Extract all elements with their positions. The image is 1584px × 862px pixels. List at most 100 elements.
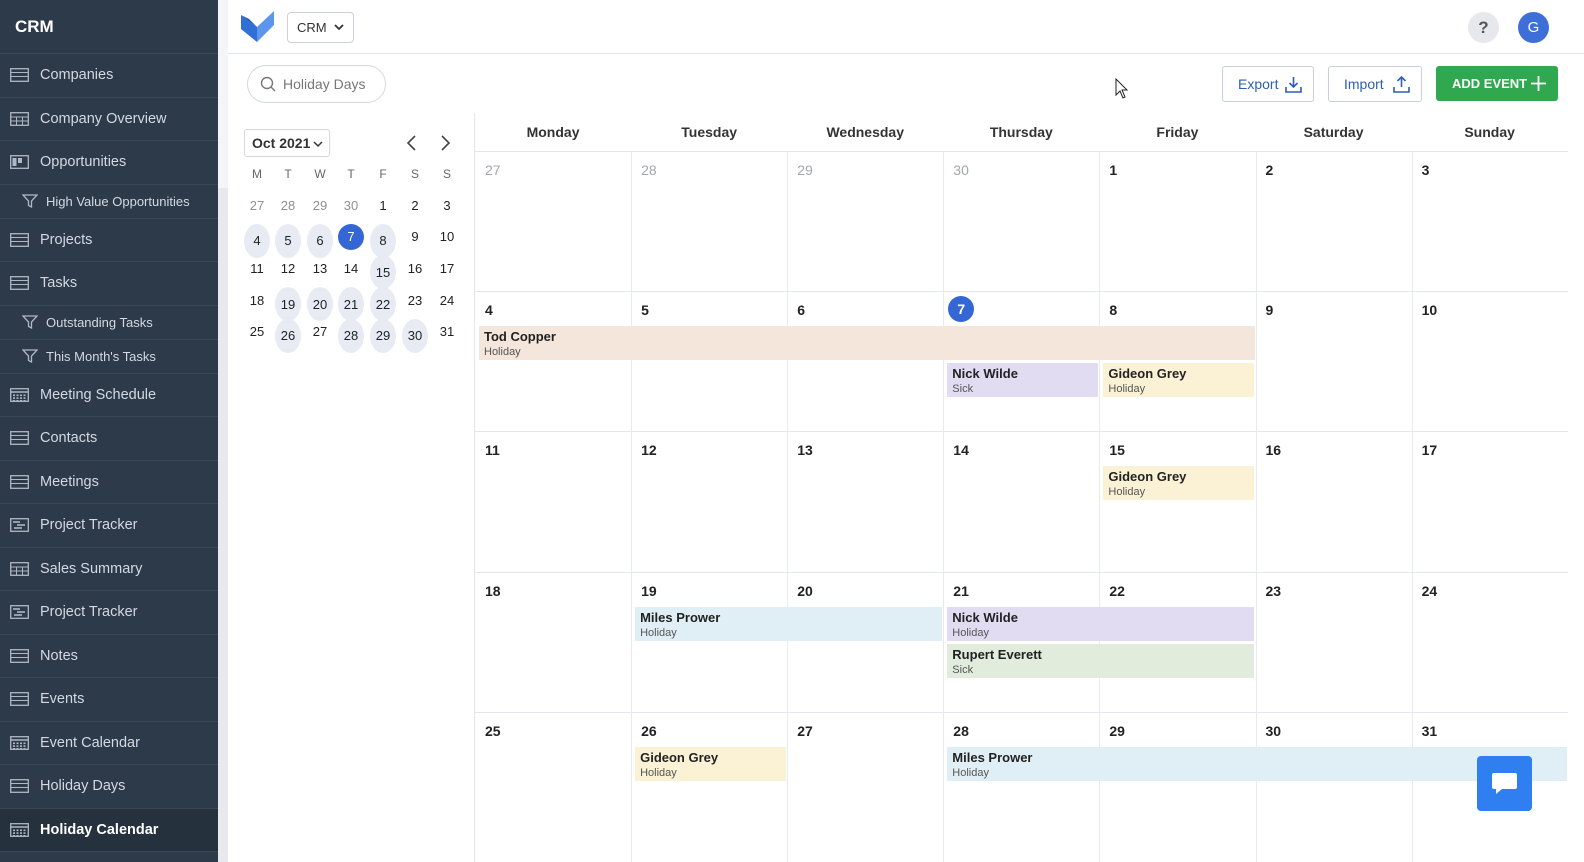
day-cell[interactable] (1099, 151, 1255, 291)
sidebar-item-events[interactable]: Events (0, 678, 218, 722)
chevron-left-icon[interactable] (405, 134, 419, 152)
mini-day[interactable]: 23 (402, 287, 428, 313)
sidebar-item-projects[interactable]: Projects (0, 219, 218, 262)
day-number: 11 (485, 442, 500, 459)
calendar-scrollbar[interactable] (1568, 113, 1584, 862)
day-cell[interactable] (1256, 291, 1412, 431)
sidebar-item-company-overview[interactable]: Company Overview (0, 98, 218, 141)
mini-day[interactable]: 19 (275, 287, 301, 322)
calendar-event[interactable]: Tod Copper Holiday (479, 326, 1255, 361)
calendar-event[interactable]: Gideon Grey Holiday (1103, 466, 1255, 501)
mini-day[interactable]: 28 (275, 192, 301, 218)
sidebar-item-label: Event Calendar (40, 734, 140, 751)
chevron-right-icon[interactable] (438, 134, 452, 152)
calendar-event[interactable]: Miles Prower Holiday (635, 606, 943, 641)
calendar-event[interactable]: Rupert Everett Sick (947, 643, 1255, 678)
mini-day[interactable]: 9 (402, 224, 428, 250)
sidebar-item-this-month-s-tasks[interactable]: This Month's Tasks (0, 340, 218, 374)
event-name: Miles Prower (952, 749, 1033, 765)
mini-day[interactable]: 29 (307, 192, 333, 218)
day-cell[interactable] (1099, 291, 1255, 431)
app-selector[interactable]: CRM (287, 12, 354, 43)
mini-day[interactable]: 5 (275, 223, 301, 258)
mini-day[interactable]: 30 (338, 192, 364, 218)
mini-day[interactable]: 2 (402, 192, 428, 218)
user-avatar[interactable]: G (1518, 12, 1549, 43)
mini-day[interactable]: 15 (370, 255, 396, 290)
mini-day[interactable]: 18 (244, 287, 270, 313)
day-cell[interactable] (787, 291, 943, 431)
calendar-event[interactable]: Gideon Grey Holiday (1103, 363, 1255, 398)
day-number: 8 (1109, 302, 1118, 319)
mini-day[interactable]: 31 (434, 319, 460, 345)
mini-day[interactable]: 27 (244, 192, 270, 218)
mini-day[interactable]: 16 (402, 255, 428, 281)
sidebar-item-tasks[interactable]: Tasks (0, 262, 218, 306)
sidebar-item-outstanding-tasks[interactable]: Outstanding Tasks (0, 306, 218, 340)
sidebar-item-companies[interactable]: Companies (0, 54, 218, 98)
help-button[interactable]: ? (1468, 12, 1499, 43)
mini-day[interactable]: 14 (338, 255, 364, 281)
sidebar-item-event-calendar[interactable]: Event Calendar (0, 722, 218, 765)
mini-day[interactable]: 25 (244, 319, 270, 345)
mini-day[interactable]: 6 (307, 223, 333, 258)
sidebar-item-contacts[interactable]: Contacts (0, 417, 218, 461)
calendar-event[interactable]: Nick Wilde Sick (947, 363, 1099, 398)
month-calendar: Monday Tuesday Wednesday Thursday Friday Satu… (475, 113, 1568, 862)
mini-day-today[interactable]: 7 (338, 223, 364, 250)
sidebar-item-holiday-calendar[interactable]: Holiday Calendar (0, 808, 218, 852)
mini-day[interactable]: 10 (434, 224, 460, 250)
add-event-label: ADD EVENT (1452, 76, 1528, 91)
sidebar-item-meeting-schedule[interactable]: Meeting Schedule (0, 374, 218, 417)
mini-day[interactable]: 26 (275, 318, 301, 353)
chevron-down-icon (334, 24, 344, 31)
app-logo-icon[interactable] (241, 11, 274, 42)
mini-day[interactable]: 3 (434, 192, 460, 218)
mini-day[interactable]: 29 (370, 318, 396, 353)
weekday-header: Wednesday (826, 124, 904, 140)
mini-day[interactable]: 4 (244, 223, 270, 258)
mini-day[interactable]: 1 (370, 192, 396, 218)
mini-day[interactable]: 17 (434, 255, 460, 281)
mini-day[interactable]: 8 (370, 223, 396, 258)
calendar-event[interactable]: Gideon Grey Holiday (635, 746, 787, 781)
import-button[interactable]: Import (1328, 66, 1422, 102)
sidebar-scrollbar-thumb[interactable] (218, 0, 228, 188)
sidebar-item-high-value-opportunities[interactable]: High Value Opportunities (0, 185, 218, 219)
sidebar-item-holiday-days[interactable]: Holiday Days (0, 765, 218, 809)
calendar-event[interactable]: Nick Wilde Holiday (947, 606, 1255, 641)
month-picker[interactable]: Oct 2021 (244, 129, 330, 157)
search-input[interactable] (283, 76, 377, 92)
mini-day[interactable]: 22 (370, 287, 396, 322)
mini-day[interactable]: 11 (244, 255, 270, 281)
day-number: 22 (1109, 582, 1125, 599)
export-button[interactable]: Export (1222, 66, 1314, 102)
day-cell[interactable] (1256, 151, 1412, 291)
sidebar-item-project-tracker[interactable]: Project Tracker (0, 591, 218, 635)
day-number: 25 (485, 722, 501, 739)
mini-day[interactable]: 28 (338, 318, 364, 353)
mini-day[interactable]: 21 (338, 287, 364, 322)
sidebar-item-project-tracker[interactable]: Project Tracker (0, 504, 218, 548)
sidebar-item-sales-summary[interactable]: Sales Summary (0, 548, 218, 591)
add-event-button[interactable]: ADD EVENT (1436, 66, 1558, 101)
sidebar-item-label: Holiday Calendar (40, 821, 159, 838)
search-box[interactable] (247, 65, 386, 103)
day-cell[interactable] (1412, 151, 1568, 291)
chat-button[interactable] (1477, 756, 1532, 811)
mini-day[interactable]: 27 (307, 319, 333, 345)
mini-day[interactable]: 24 (434, 287, 460, 313)
sidebar-item-opportunities[interactable]: Opportunities (0, 141, 218, 185)
sidebar-item-meetings[interactable]: Meetings (0, 461, 218, 504)
day-cell[interactable] (631, 291, 787, 431)
mini-day[interactable]: 30 (402, 318, 428, 353)
mini-day[interactable]: 13 (307, 255, 333, 281)
day-cell[interactable] (475, 291, 631, 431)
search-icon (260, 76, 276, 92)
mini-day[interactable]: 20 (307, 287, 333, 322)
calendar-event[interactable]: Miles Prower Holiday (947, 746, 1567, 781)
mini-day[interactable]: 12 (275, 255, 301, 281)
sidebar-item-notes[interactable]: Notes (0, 635, 218, 678)
sidebar-item-label: Projects (40, 231, 93, 248)
weekday-header: Friday (1156, 124, 1199, 140)
